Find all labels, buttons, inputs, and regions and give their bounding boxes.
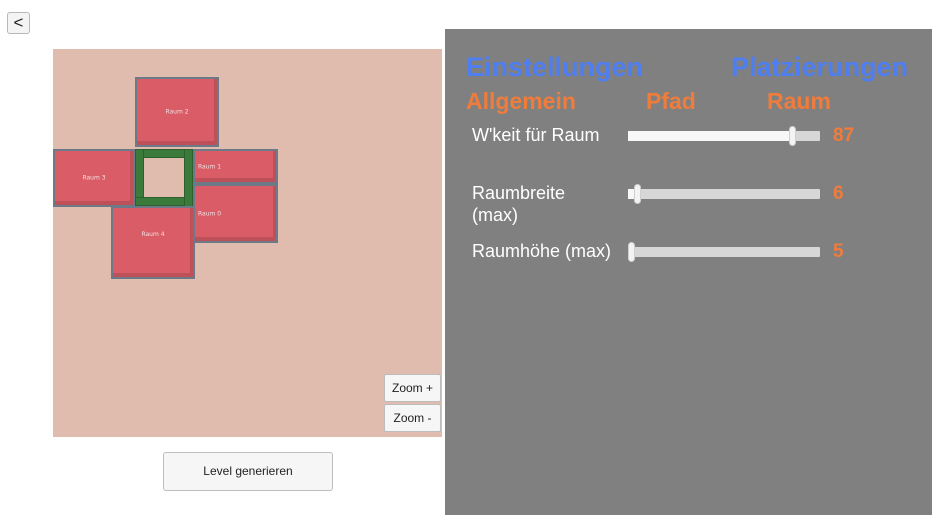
subtab-pfad[interactable]: Pfad [646, 88, 696, 115]
room-width-value: 6 [833, 183, 844, 204]
subtab-allgemein[interactable]: Allgemein [466, 88, 576, 115]
room-raum-2[interactable]: Raum 2 [135, 77, 219, 147]
slider-fill [628, 131, 793, 141]
room-probability-value: 87 [833, 125, 855, 146]
slider-handle[interactable] [633, 184, 641, 204]
room-label: Raum 0 [198, 210, 222, 217]
setting-label-room-width: Raumbreite (max) [472, 183, 566, 225]
room-label: Raum 2 [165, 108, 189, 116]
room-label: Raum 4 [141, 231, 165, 239]
room-width-slider[interactable] [628, 184, 820, 204]
room-height-slider[interactable] [628, 242, 820, 262]
settings-panel: Einstellungen Platzierungen Allgemein Pf… [445, 29, 932, 515]
room-label: Raum 3 [82, 174, 106, 182]
room-raum-4[interactable]: Raum 4 [111, 206, 195, 279]
room-probability-slider[interactable] [628, 126, 820, 146]
slider-handle[interactable] [788, 126, 796, 146]
setting-label-room-probability: W'keit für Raum [472, 125, 600, 145]
subtab-raum[interactable]: Raum [767, 88, 831, 115]
tab-einstellungen[interactable]: Einstellungen [466, 52, 643, 83]
room-raum-1[interactable]: Raum 1 [193, 149, 278, 184]
tab-platzierungen[interactable]: Platzierungen [731, 52, 908, 83]
slider-handle[interactable] [628, 242, 635, 262]
room-height-value: 5 [833, 241, 844, 262]
back-button[interactable]: < [7, 12, 30, 34]
zoom-in-button[interactable]: Zoom + [384, 374, 441, 402]
room-raum-0[interactable]: Raum 0 [193, 184, 278, 243]
generate-level-button[interactable]: Level generieren [163, 452, 333, 491]
level-map[interactable]: Raum 2 Raum 3 Raum 1 Raum 0 Raum 4 Zoom … [53, 49, 442, 437]
setting-label-room-height: Raumhöhe (max) [472, 241, 612, 261]
room-raum-3[interactable]: Raum 3 [53, 149, 135, 207]
room-label: Raum 1 [198, 163, 222, 170]
zoom-out-button[interactable]: Zoom - [384, 404, 441, 432]
